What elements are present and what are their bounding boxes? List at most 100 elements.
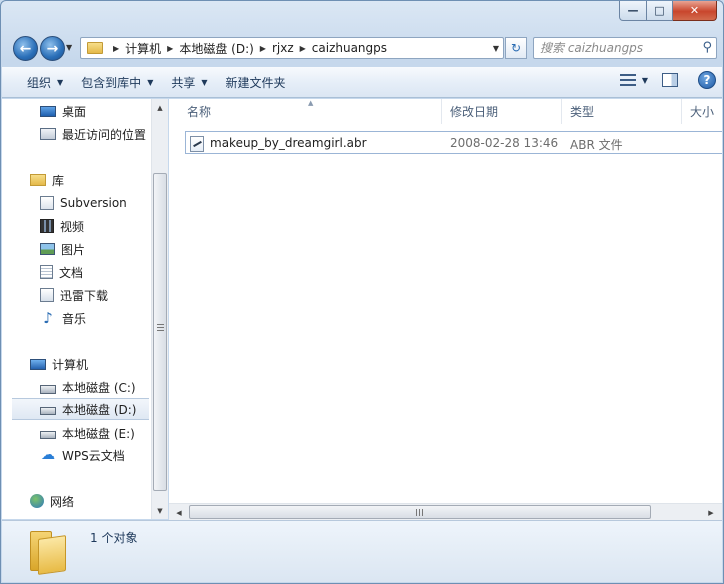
- chevron-down-icon: ▼: [57, 78, 64, 87]
- desktop-icon: [40, 105, 56, 117]
- cloud-icon: ☁: [41, 447, 55, 463]
- organize-label: 组织: [27, 76, 52, 90]
- file-name: makeup_by_dreamgirl.abr: [210, 136, 367, 150]
- nav-item-drive-d[interactable]: 本地磁盘 (D:): [12, 398, 149, 420]
- scroll-up-icon[interactable]: ▲: [152, 99, 168, 116]
- organize-button[interactable]: 组织 ▼: [18, 71, 72, 95]
- folder-icon: [30, 529, 68, 575]
- recent-pages-dropdown[interactable]: ▼: [66, 43, 72, 52]
- nav-item-label: 图片: [61, 242, 86, 257]
- nav-item-documents[interactable]: 文档: [2, 261, 152, 283]
- forward-button[interactable]: →: [40, 36, 65, 61]
- arrow-left-icon: ←: [19, 40, 32, 57]
- chevron-down-icon: ▼: [201, 78, 208, 87]
- share-label: 共享: [171, 76, 196, 90]
- nav-item-label: 本地磁盘 (E:): [62, 426, 135, 441]
- brush-file-icon: [190, 136, 204, 152]
- new-folder-label: 新建文件夹: [225, 76, 286, 90]
- nav-item-libraries[interactable]: 库: [2, 169, 152, 191]
- nav-item-desktop[interactable]: 桌面: [2, 100, 152, 122]
- search-input[interactable]: [540, 41, 698, 55]
- navigation-scrollbar[interactable]: ▲ ▼: [151, 99, 168, 519]
- breadcrumb-rjxz[interactable]: rjxz: [272, 41, 294, 55]
- new-folder-button[interactable]: 新建文件夹: [217, 71, 295, 95]
- recent-places-icon: [40, 128, 56, 140]
- breadcrumb-drive-d[interactable]: 本地磁盘 (D:): [179, 40, 253, 57]
- library-folder-icon: [30, 174, 46, 186]
- chevron-down-icon[interactable]: ▼: [493, 44, 499, 53]
- drive-icon: [40, 407, 56, 415]
- file-list-pane: ▲ 名称 修改日期 类型 大小 makeup_by_dreamgirl.abr …: [169, 99, 722, 519]
- library-icon: [40, 196, 54, 210]
- scroll-down-icon[interactable]: ▼: [152, 502, 168, 519]
- close-button[interactable]: ✕: [673, 1, 717, 21]
- search-icon[interactable]: ⚲: [702, 40, 712, 55]
- nav-item-label: 本地磁盘 (D:): [62, 402, 137, 417]
- chevron-right-icon[interactable]: ▶: [113, 44, 119, 53]
- column-header-type[interactable]: 类型: [562, 99, 682, 124]
- address-row: ← → ▼ ▶ 计算机 ▶ 本地磁盘 (D:) ▶ rjxz ▶ caizhua…: [9, 34, 717, 62]
- chevron-right-icon[interactable]: ▶: [167, 44, 173, 53]
- scroll-right-icon[interactable]: ▶: [703, 504, 719, 521]
- nav-item-music[interactable]: ♪ 音乐: [2, 307, 152, 329]
- system-drive-icon: [40, 385, 56, 394]
- breadcrumb-caizhuangps[interactable]: caizhuangps: [312, 41, 387, 55]
- refresh-button[interactable]: ↻: [505, 37, 527, 59]
- chevron-down-icon: ▼: [147, 78, 154, 87]
- file-list-horizontal-scrollbar[interactable]: ◀ ▶: [169, 503, 722, 520]
- column-label: 类型: [570, 105, 595, 119]
- navigation-pane: 桌面 最近访问的位置 库 Subversion 视频 图片 文档 迅雷下载 ♪ …: [2, 99, 152, 519]
- chevron-right-icon[interactable]: ▶: [260, 44, 266, 53]
- pictures-icon: [40, 243, 55, 255]
- scroll-left-icon[interactable]: ◀: [171, 504, 187, 521]
- include-in-library-button[interactable]: 包含到库中 ▼: [72, 71, 162, 95]
- scrollbar-thumb[interactable]: [153, 173, 167, 491]
- nav-item-drive-c[interactable]: 本地磁盘 (C:): [2, 376, 152, 398]
- view-details-icon[interactable]: [618, 72, 638, 88]
- command-bar: 组织 ▼ 包含到库中 ▼ 共享 ▼ 新建文件夹 ▼ ?: [2, 67, 722, 98]
- column-label: 大小: [690, 105, 715, 119]
- item-count: 1 个对象: [90, 531, 138, 545]
- column-label: 名称: [187, 105, 212, 119]
- explorer-window: — □ ✕ ← → ▼ ▶ 计算机 ▶ 本地磁盘 (D:) ▶ rjxz ▶ c…: [0, 0, 724, 584]
- arrow-right-icon: →: [46, 40, 59, 57]
- column-header-name[interactable]: 名称: [179, 99, 442, 124]
- breadcrumb-computer[interactable]: 计算机: [125, 40, 161, 57]
- column-header-date-modified[interactable]: 修改日期: [442, 99, 562, 124]
- nav-item-videos[interactable]: 视频: [2, 215, 152, 237]
- search-box[interactable]: ⚲: [533, 37, 717, 59]
- maximize-button[interactable]: □: [647, 1, 673, 21]
- view-options-dropdown[interactable]: ▼: [642, 76, 648, 85]
- nav-item-drive-e[interactable]: 本地磁盘 (E:): [2, 422, 152, 444]
- nav-item-recent-places[interactable]: 最近访问的位置: [2, 123, 152, 145]
- file-type: ABR 文件: [570, 138, 623, 152]
- caption-buttons: — □ ✕: [619, 1, 717, 21]
- chevron-right-icon[interactable]: ▶: [300, 44, 306, 53]
- refresh-icon: ↻: [510, 41, 522, 55]
- column-header-size[interactable]: 大小: [682, 99, 722, 124]
- nav-item-label: 最近访问的位置: [62, 127, 147, 142]
- table-row[interactable]: makeup_by_dreamgirl.abr 2008-02-28 13:46…: [185, 131, 722, 154]
- nav-item-label: 本地磁盘 (C:): [62, 380, 136, 395]
- nav-item-subversion[interactable]: Subversion: [2, 192, 152, 214]
- preview-pane-icon[interactable]: [662, 73, 678, 87]
- nav-item-wps-cloud[interactable]: ☁ WPS云文档: [2, 444, 152, 466]
- folder-icon: [87, 42, 103, 54]
- music-icon: ♪: [43, 309, 53, 327]
- documents-icon: [40, 265, 53, 279]
- address-bar[interactable]: ▶ 计算机 ▶ 本地磁盘 (D:) ▶ rjxz ▶ caizhuangps ▼: [80, 37, 504, 59]
- nav-item-thunder-downloads[interactable]: 迅雷下载: [2, 284, 152, 306]
- minimize-button[interactable]: —: [619, 1, 647, 21]
- back-button[interactable]: ←: [13, 36, 38, 61]
- help-icon[interactable]: ?: [698, 71, 716, 89]
- nav-item-computer[interactable]: 计算机: [2, 353, 152, 375]
- computer-icon: [30, 358, 46, 370]
- nav-item-network[interactable]: 网络: [2, 490, 152, 512]
- details-pane: 1 个对象: [2, 520, 722, 582]
- share-button[interactable]: 共享 ▼: [162, 71, 216, 95]
- nav-item-label: 视频: [60, 219, 85, 234]
- scrollbar-thumb[interactable]: [189, 505, 651, 519]
- nav-item-pictures[interactable]: 图片: [2, 238, 152, 260]
- nav-item-label: 桌面: [62, 104, 87, 119]
- nav-item-label: Subversion: [60, 196, 127, 210]
